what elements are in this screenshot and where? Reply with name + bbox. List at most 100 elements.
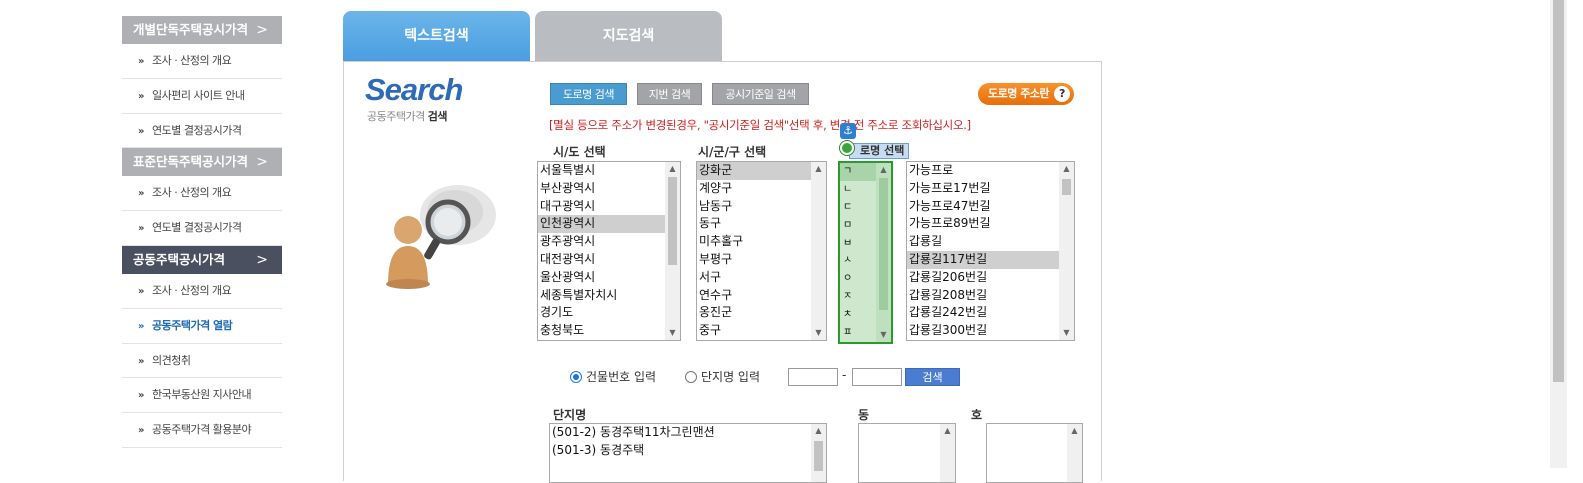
lot-number-search-button[interactable]: 지번 검색 <box>637 83 702 105</box>
radio-complex-name[interactable]: 단지명 입력 <box>685 368 760 385</box>
building-number-main-input[interactable] <box>788 368 838 386</box>
list-item[interactable]: 세종특별자치시 <box>538 287 680 305</box>
scroll-down-arrow-icon[interactable]: ▼ <box>665 326 680 340</box>
search-logo-subtitle: 공동주택가격 검색 <box>367 108 447 124</box>
radio-label: 단지명 입력 <box>701 370 761 384</box>
radio-button[interactable] <box>685 371 697 383</box>
scroll-down-arrow-icon[interactable]: ▼ <box>811 326 826 340</box>
road-name-label: 로명 선택 <box>849 143 910 159</box>
sidebar-item-survey[interactable]: » 조사 · 산정의 개요 <box>122 44 282 79</box>
scroll-up-arrow-icon[interactable]: ▲ <box>1059 162 1074 176</box>
sidebar-item-opinion[interactable]: » 의견청취 <box>122 344 282 379</box>
sidebar-item-ilsapyeonri[interactable]: » 일사편리 사이트 안내 <box>122 79 282 114</box>
scrollbar[interactable]: ▲ ▼ <box>1059 162 1074 340</box>
list-item[interactable]: (501-2) 동경주택11차그린맨션 <box>550 424 826 442</box>
page-scroll-thumb[interactable] <box>1553 0 1564 382</box>
page-scrollbar[interactable] <box>1550 0 1567 468</box>
list-item[interactable]: 갑룡길206번길 <box>907 269 1074 287</box>
tab-map-search[interactable]: 지도검색 <box>535 11 722 61</box>
sido-listbox[interactable]: 서울특별시 부산광역시 대구광역시 인천광역시 광주광역시 대전광역시 울산광역… <box>537 161 681 341</box>
scroll-down-arrow-icon[interactable]: ▼ <box>876 328 891 342</box>
scroll-thumb[interactable] <box>879 178 888 310</box>
scrollbar[interactable]: ▲ <box>940 424 955 482</box>
radio-building-number[interactable]: 건물번호 입력 <box>570 368 656 385</box>
sidebar-item-yearly-price[interactable]: » 연도별 결정공시가격 <box>122 114 282 149</box>
list-item[interactable]: 가능프로17번길 <box>907 180 1074 198</box>
list-item[interactable]: 경기도 <box>538 304 680 322</box>
list-item[interactable]: 가능프로47번길 <box>907 198 1074 216</box>
scrollbar[interactable]: ▲ ▼ <box>876 163 891 342</box>
scrollbar[interactable]: ▲ ▼ <box>665 162 680 340</box>
list-item[interactable]: 계양구 <box>697 180 826 198</box>
list-item[interactable]: 옹진군 <box>697 304 826 322</box>
list-item[interactable]: 울산광역시 <box>538 269 680 287</box>
sigungu-listbox[interactable]: 강화군 계양구 남동구 동구 미추홀구 부평구 서구 연수구 옹진군 중구 ▲ … <box>696 161 827 341</box>
scroll-thumb[interactable] <box>1062 179 1071 195</box>
scroll-thumb[interactable] <box>814 441 823 471</box>
radio-button-checked[interactable] <box>570 371 582 383</box>
building-number-sub-input[interactable] <box>852 368 902 386</box>
list-item[interactable]: 부평구 <box>697 251 826 269</box>
scrollbar[interactable]: ▲ ▼ <box>811 162 826 340</box>
list-item[interactable]: 연수구 <box>697 287 826 305</box>
sidebar-section-standard[interactable]: 표준단독주택공시가격 > <box>122 148 282 177</box>
list-item[interactable]: 가능프로89번길 <box>907 215 1074 233</box>
consonant-listbox[interactable]: ㄱ ㄴ ㄷ ㅁ ㅂ ㅅ ㅇ ㅈ ㅊ ㅍ ▲ ▼ <box>838 161 893 344</box>
list-item[interactable]: 갑룡길300번길 <box>907 322 1074 340</box>
address-change-notice: [멸실 등으로 주소가 변경된경우, "공시기준일 검색"선택 후, 변경 전 … <box>549 118 971 132</box>
ho-listbox[interactable]: ▲ <box>986 423 1083 483</box>
sidebar-item-label: 공동주택가격 활용분야 <box>151 423 252 437</box>
list-item[interactable]: 갑룡길 <box>907 233 1074 251</box>
scroll-up-arrow-icon[interactable]: ▲ <box>811 424 826 438</box>
list-item[interactable]: 갑룡길208번길 <box>907 287 1074 305</box>
search-button[interactable]: 검색 <box>905 368 960 386</box>
scrollbar[interactable]: ▲ <box>1067 424 1082 482</box>
dong-listbox[interactable]: ▲ <box>858 423 956 483</box>
complex-listbox[interactable]: (501-2) 동경주택11차그린맨션 (501-3) 동경주택 ▲ <box>549 423 827 483</box>
sidebar-item-branch-info[interactable]: » 한국부동산원 지사안내 <box>122 378 282 414</box>
list-item[interactable]: 가능프로 <box>907 162 1074 180</box>
sido-label: 시/도 선택 <box>553 145 606 159</box>
sidebar-item-usage[interactable]: » 공동주택가격 활용분야 <box>122 413 282 448</box>
list-item[interactable]: 서울특별시 <box>538 162 680 180</box>
bullet-icon: » <box>138 285 144 297</box>
list-item[interactable]: 갑룡길242번길 <box>907 304 1074 322</box>
bullet-icon: » <box>138 90 144 102</box>
sidebar-item-survey[interactable]: » 조사 · 산정의 개요 <box>122 274 282 309</box>
scroll-up-arrow-icon[interactable]: ▲ <box>811 162 826 176</box>
road-name-search-button[interactable]: 도로명 검색 <box>550 83 627 105</box>
scroll-down-arrow-icon[interactable]: ▼ <box>1059 326 1074 340</box>
road-name-listbox[interactable]: 가능프로 가능프로17번길 가능프로47번길 가능프로89번길 갑룡길 갑룡길1… <box>906 161 1075 341</box>
list-item-selected[interactable]: 갑룡길117번길 <box>907 250 1074 269</box>
announcement-date-search-button[interactable]: 공시기준일 검색 <box>712 83 809 105</box>
tab-text-search[interactable]: 텍스트검색 <box>343 11 530 61</box>
list-item[interactable]: 미추홀구 <box>697 233 826 251</box>
list-item[interactable]: 동구 <box>697 215 826 233</box>
road-address-guide-button[interactable]: 도로명 주소란 ? <box>978 83 1074 105</box>
list-item[interactable]: 대구광역시 <box>538 198 680 216</box>
scrollbar[interactable]: ▲ <box>811 424 826 482</box>
sidebar-item-label: 연도별 결정공시가격 <box>151 221 242 235</box>
scroll-thumb[interactable] <box>668 177 677 265</box>
list-item[interactable]: 중구 <box>697 322 826 340</box>
sidebar-item-apartment-price-view[interactable]: » 공동주택가격 열람 <box>122 309 282 344</box>
list-item[interactable]: 남동구 <box>697 198 826 216</box>
scroll-up-arrow-icon[interactable]: ▲ <box>876 163 891 177</box>
list-item-selected[interactable]: 인천광역시 <box>538 215 680 234</box>
sidebar-item-label: 연도별 결정공시가격 <box>151 123 242 137</box>
list-item[interactable]: 대전광역시 <box>538 251 680 269</box>
sidebar-section-individual[interactable]: 개별단독주택공시가격 > <box>122 16 282 44</box>
sidebar-item-survey[interactable]: » 조사 · 산정의 개요 <box>122 176 282 212</box>
sidebar-item-yearly-price[interactable]: » 연도별 결정공시가격 <box>122 211 282 246</box>
list-item[interactable]: 충청북도 <box>538 322 680 340</box>
list-item[interactable]: 광주광역시 <box>538 233 680 251</box>
scroll-up-arrow-icon[interactable]: ▲ <box>1067 424 1082 438</box>
list-item[interactable]: 서구 <box>697 269 826 287</box>
scroll-up-arrow-icon[interactable]: ▲ <box>665 162 680 176</box>
list-item[interactable]: (501-3) 동경주택 <box>550 442 826 460</box>
sidebar-section-apartment[interactable]: 공동주택공시가격 > <box>122 245 282 274</box>
scroll-up-arrow-icon[interactable]: ▲ <box>940 424 955 438</box>
bullet-icon: » <box>138 320 144 332</box>
list-item-selected[interactable]: 강화군 <box>697 162 826 180</box>
list-item[interactable]: 부산광역시 <box>538 180 680 198</box>
